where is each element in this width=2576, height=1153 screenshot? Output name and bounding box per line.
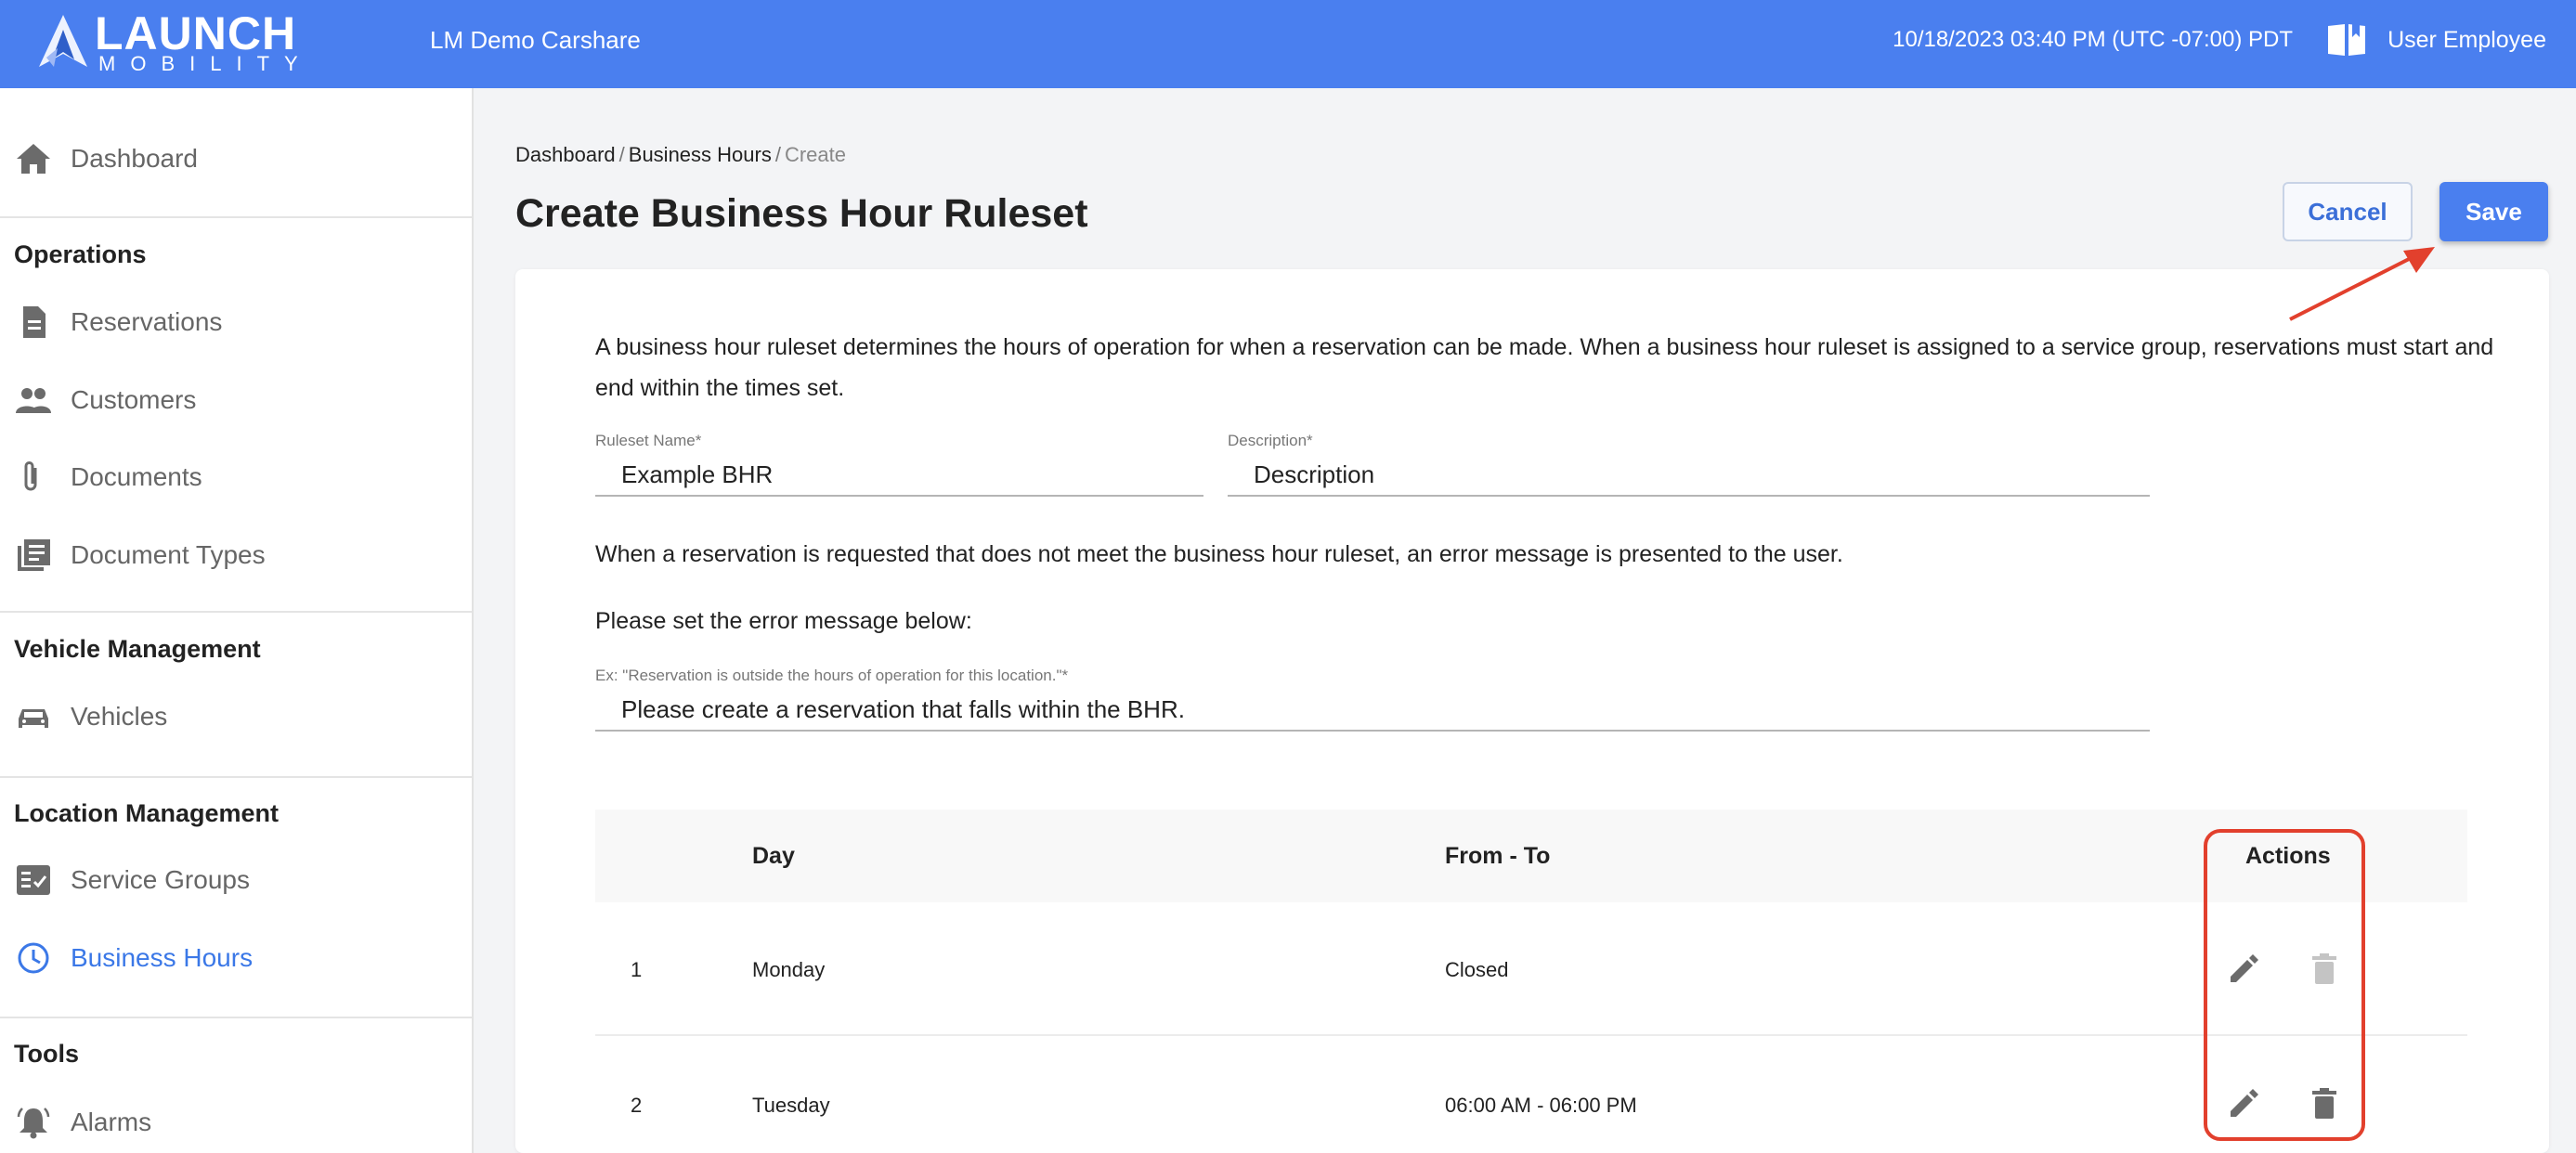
row-day: Tuesday — [752, 1094, 830, 1117]
sidebar-divider — [0, 216, 472, 218]
sidebar: Dashboard Operations Reservations Custom… — [0, 88, 474, 1153]
sidebar-item-documents[interactable]: Documents — [0, 448, 472, 504]
breadcrumb-separator: / — [774, 143, 781, 166]
description-field[interactable]: Description* — [1228, 432, 2150, 497]
page-title: Create Business Hour Ruleset — [515, 191, 1088, 236]
breadcrumb: Dashboard / Business Hours / Create — [515, 141, 846, 169]
people-icon — [16, 388, 51, 413]
header-datetime: 10/18/2023 03:40 PM (UTC -07:00) PDT — [1893, 27, 2293, 52]
sidebar-divider — [0, 776, 472, 778]
sidebar-item-customers[interactable]: Customers — [0, 371, 472, 427]
book-icon[interactable] — [2326, 20, 2367, 58]
sidebar-item-label: Business Hours — [71, 943, 254, 972]
checklist-icon — [17, 865, 50, 895]
section-tools: Tools — [14, 1040, 79, 1068]
sidebar-item-service-groups[interactable]: Service Groups — [0, 851, 472, 907]
sidebar-item-dashboard[interactable]: Dashboard — [0, 130, 472, 186]
section-operations: Operations — [14, 240, 147, 268]
sidebar-item-vehicles[interactable]: Vehicles — [0, 688, 472, 744]
bell-icon — [17, 1108, 50, 1139]
breadcrumb-current: Create — [784, 143, 847, 166]
breadcrumb-separator: / — [618, 143, 625, 166]
section-location-management: Location Management — [14, 799, 280, 827]
business-hours-table: Day From - To Actions 1 Monday Closed 2 … — [595, 810, 2467, 1153]
error-note-text: When a reservation is requested that doe… — [595, 541, 1843, 567]
sidebar-item-label: Document Types — [71, 540, 266, 569]
row-hours: 06:00 AM - 06:00 PM — [1445, 1094, 1637, 1117]
sidebar-divider — [0, 1017, 472, 1018]
actions-highlight-annotation — [2204, 829, 2365, 1141]
ruleset-name-field[interactable]: Ruleset Name* — [595, 432, 1203, 497]
error-message-field[interactable]: Ex: "Reservation is outside the hours of… — [595, 667, 2150, 732]
sidebar-item-label: Dashboard — [71, 144, 198, 173]
table-row: 1 Monday Closed — [595, 902, 2467, 1036]
error-message-input[interactable] — [621, 694, 2021, 724]
sidebar-item-label: Vehicles — [71, 702, 168, 731]
annotation-arrow-icon — [2289, 247, 2435, 321]
user-menu[interactable]: User Employee — [2387, 25, 2546, 55]
cancel-button[interactable]: Cancel — [2283, 182, 2413, 241]
error-message-label: Ex: "Reservation is outside the hours of… — [595, 667, 1069, 684]
sidebar-divider — [0, 611, 472, 613]
row-number: 2 — [631, 1094, 643, 1117]
sidebar-item-label: Customers — [71, 385, 197, 414]
paperclip-icon — [24, 461, 37, 491]
description-label: Description* — [1228, 432, 1313, 449]
logo-mark-icon — [39, 15, 87, 67]
breadcrumb-business-hours[interactable]: Business Hours — [629, 143, 772, 166]
row-number: 1 — [631, 958, 643, 981]
logo-brand-text: LAUNCH — [95, 7, 297, 59]
library-icon — [18, 539, 50, 571]
section-vehicle-management: Vehicle Management — [14, 635, 261, 663]
document-icon — [23, 306, 46, 338]
error-prompt-text: Please set the error message below: — [595, 608, 972, 634]
car-icon — [19, 709, 48, 728]
sidebar-item-label: Service Groups — [71, 865, 250, 894]
sidebar-item-reservations[interactable]: Reservations — [0, 293, 472, 349]
intro-text: A business hour ruleset determines the h… — [595, 334, 2494, 401]
clock-icon — [18, 942, 49, 974]
sidebar-item-label: Alarms — [71, 1108, 152, 1136]
header-from-to: From - To — [1445, 843, 1551, 869]
row-hours: Closed — [1445, 958, 1509, 981]
sidebar-item-label: Documents — [71, 462, 202, 491]
ruleset-name-label: Ruleset Name* — [595, 432, 702, 449]
table-row: 2 Tuesday 06:00 AM - 06:00 PM — [595, 1036, 2467, 1153]
row-day: Monday — [752, 958, 826, 981]
sidebar-item-business-hours[interactable]: Business Hours — [0, 929, 472, 985]
sidebar-item-document-types[interactable]: Document Types — [0, 526, 472, 582]
save-button[interactable]: Save — [2439, 182, 2548, 241]
app-title: LM Demo Carshare — [430, 26, 641, 54]
description-input[interactable] — [1254, 460, 2084, 489]
home-icon — [17, 144, 50, 174]
ruleset-name-input[interactable] — [621, 460, 1169, 489]
sidebar-item-label: Reservations — [71, 307, 223, 336]
breadcrumb-dashboard[interactable]: Dashboard — [515, 143, 616, 166]
table-header: Day From - To Actions — [595, 810, 2467, 902]
logo-sub-text: MOBILITY — [98, 52, 313, 75]
header-day: Day — [752, 843, 795, 869]
top-bar: LAUNCH MOBILITY LM Demo Carshare 10/18/2… — [0, 0, 2576, 88]
sidebar-item-alarms[interactable]: Alarms — [0, 1094, 472, 1149]
launch-mobility-logo[interactable]: LAUNCH MOBILITY — [37, 7, 306, 74]
